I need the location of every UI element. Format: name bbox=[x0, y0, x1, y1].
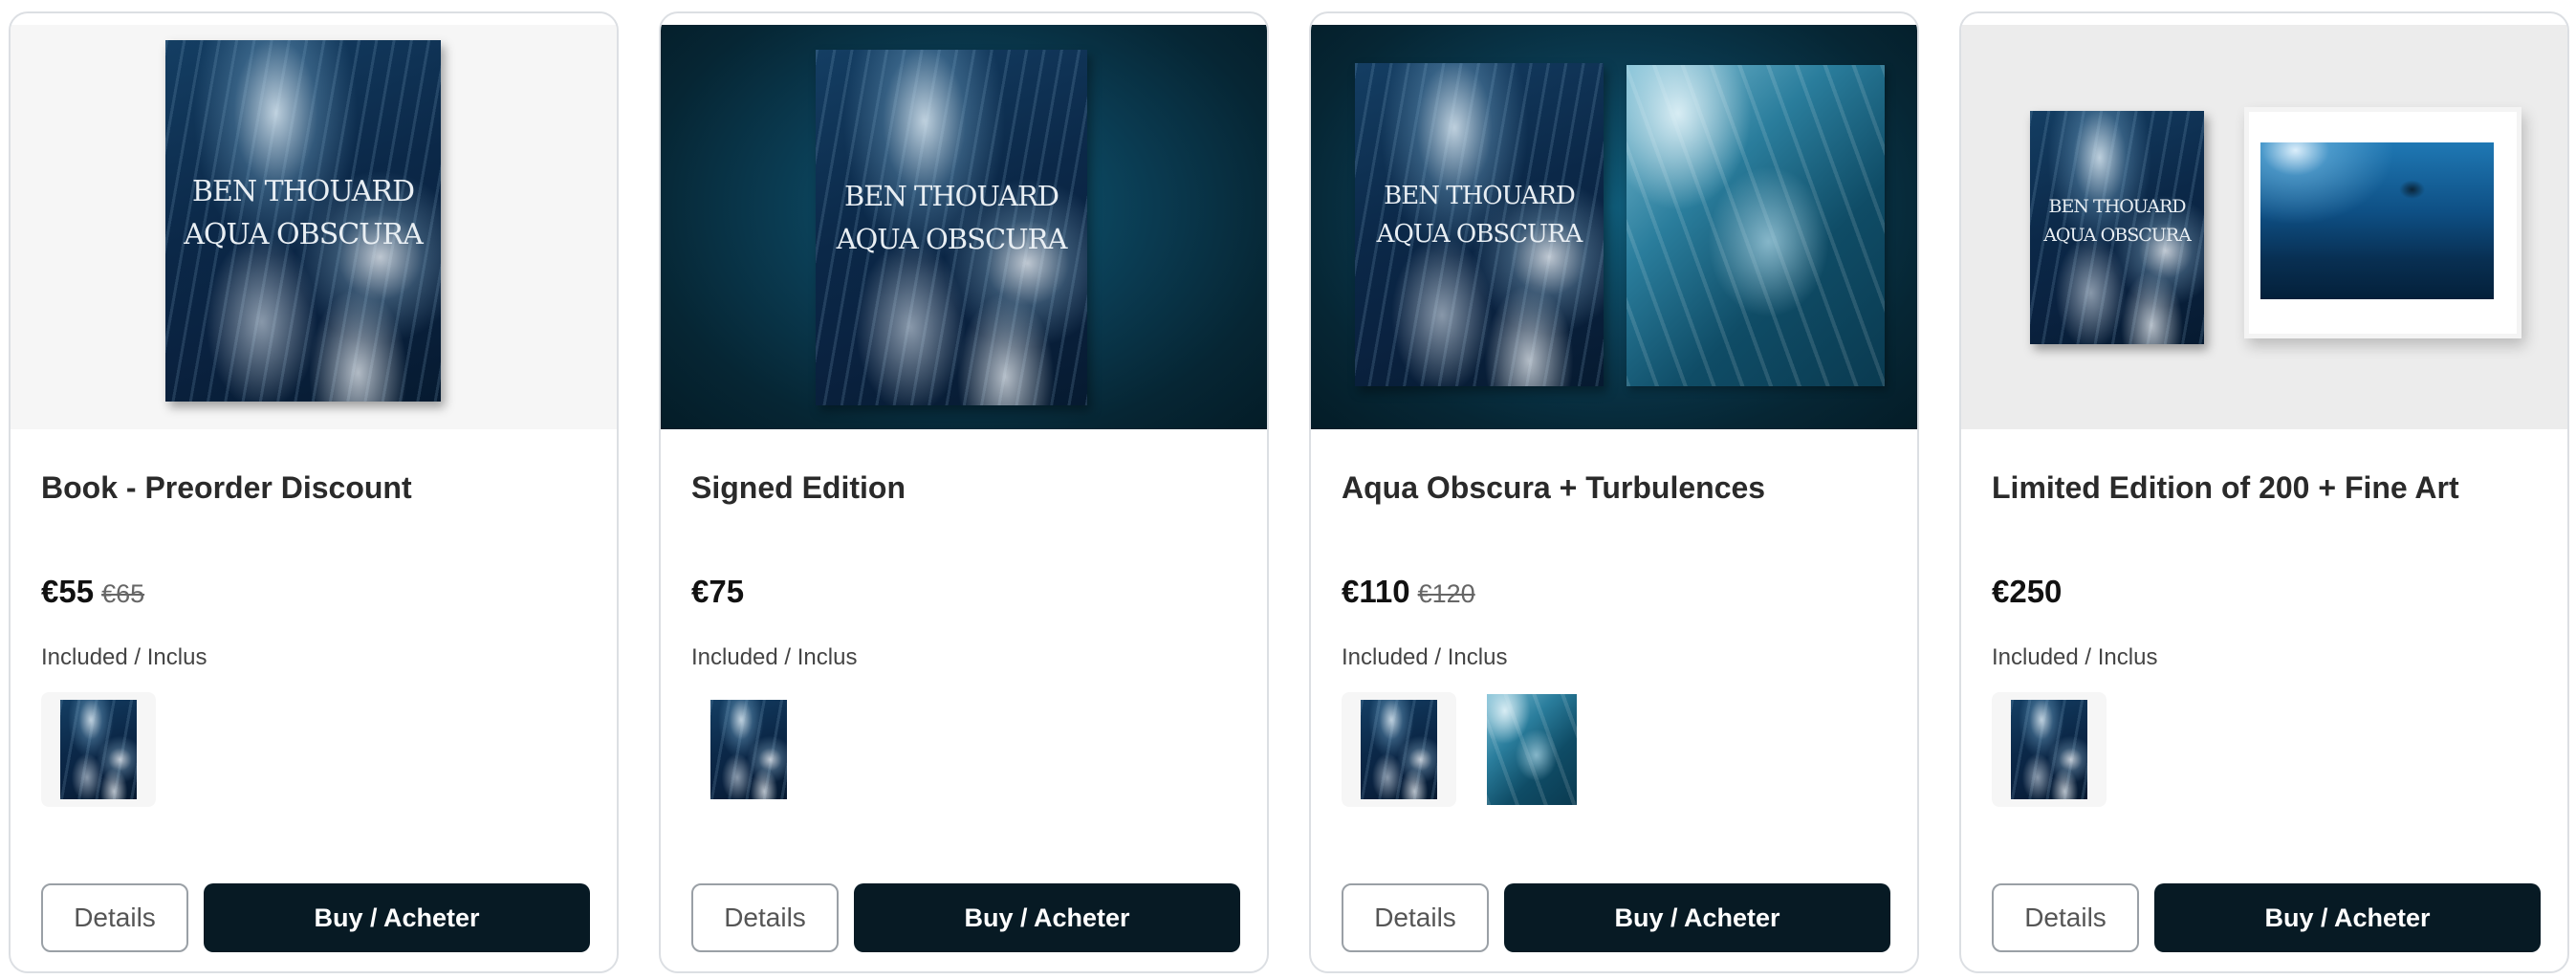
details-button[interactable]: Details bbox=[691, 883, 839, 952]
turbulences-book-image bbox=[1626, 65, 1885, 386]
details-button[interactable]: Details bbox=[41, 883, 188, 952]
included-label: Included / Inclus bbox=[1342, 644, 1508, 670]
cover-author: BEN THOUARD bbox=[2048, 196, 2186, 217]
current-price: €55 bbox=[41, 574, 95, 609]
product-title: Aqua Obscura + Turbulences bbox=[1342, 470, 1766, 505]
cover-title: AQUA OBSCURA bbox=[184, 218, 424, 251]
buy-button[interactable]: Buy / Acheter bbox=[1504, 883, 1890, 952]
book-cover-image: BEN THOUARD AQUA OBSCURA bbox=[165, 40, 441, 402]
included-items bbox=[691, 692, 806, 807]
price-row: €75 bbox=[691, 574, 744, 610]
price-row: €250 bbox=[1992, 574, 2062, 610]
current-price: €250 bbox=[1992, 574, 2063, 609]
current-price: €75 bbox=[691, 574, 745, 609]
buy-button[interactable]: Buy / Acheter bbox=[2154, 883, 2541, 952]
cover-title: AQUA OBSCURA bbox=[836, 223, 1068, 255]
fine-art-photo bbox=[2260, 142, 2494, 299]
product-image[interactable]: BEN THOUARD AQUA OBSCURA bbox=[1961, 25, 2567, 429]
product-title: Signed Edition bbox=[691, 470, 906, 505]
included-book-thumbnail bbox=[1992, 692, 2107, 807]
product-card: BEN THOUARD AQUA OBSCURA Signed Edition … bbox=[659, 11, 1269, 973]
fine-art-frame bbox=[2244, 107, 2521, 338]
included-items bbox=[41, 692, 156, 807]
book-cover-image: BEN THOUARD AQUA OBSCURA bbox=[1355, 63, 1604, 386]
product-image[interactable]: BEN THOUARD AQUA OBSCURA bbox=[11, 25, 617, 429]
book-cover-image: BEN THOUARD AQUA OBSCURA bbox=[2030, 111, 2204, 344]
included-book-thumbnail bbox=[1342, 692, 1456, 807]
product-card: BEN THOUARD AQUA OBSCURA Limited Edition… bbox=[1959, 11, 2569, 973]
cover-author: BEN THOUARD bbox=[1384, 182, 1576, 210]
product-title: Limited Edition of 200 + Fine Art bbox=[1992, 470, 2459, 505]
cover-author: BEN THOUARD bbox=[843, 180, 1059, 212]
price-row: €55 €65 bbox=[41, 574, 144, 610]
cover-title: AQUA OBSCURA bbox=[2043, 225, 2192, 246]
original-price: €120 bbox=[1417, 579, 1475, 608]
price-row: €110 €120 bbox=[1342, 574, 1475, 610]
included-items bbox=[1992, 692, 2107, 807]
buy-button[interactable]: Buy / Acheter bbox=[204, 883, 590, 952]
cover-title: AQUA OBSCURA bbox=[1376, 220, 1583, 249]
product-image[interactable]: BEN THOUARD AQUA OBSCURA bbox=[661, 25, 1267, 429]
product-image[interactable]: BEN THOUARD AQUA OBSCURA bbox=[1311, 25, 1917, 429]
included-book-thumbnail bbox=[41, 692, 156, 807]
included-label: Included / Inclus bbox=[691, 644, 858, 670]
product-title: Book - Preorder Discount bbox=[41, 470, 412, 505]
original-price: €65 bbox=[101, 579, 145, 608]
included-turbulences-thumbnail bbox=[1477, 692, 1592, 807]
cover-author: BEN THOUARD bbox=[191, 175, 415, 208]
current-price: €110 bbox=[1342, 574, 1410, 609]
product-card: BEN THOUARD AQUA OBSCURA Aqua Obscura + … bbox=[1309, 11, 1919, 973]
details-button[interactable]: Details bbox=[1992, 883, 2139, 952]
included-label: Included / Inclus bbox=[41, 644, 207, 670]
included-items bbox=[1342, 692, 1592, 807]
product-card: BEN THOUARD AQUA OBSCURA Book - Preorder… bbox=[9, 11, 619, 973]
product-grid: BEN THOUARD AQUA OBSCURA Book - Preorder… bbox=[9, 11, 2569, 973]
details-button[interactable]: Details bbox=[1342, 883, 1489, 952]
book-cover-image: BEN THOUARD AQUA OBSCURA bbox=[816, 50, 1087, 405]
buy-button[interactable]: Buy / Acheter bbox=[854, 883, 1240, 952]
included-label: Included / Inclus bbox=[1992, 644, 2158, 670]
included-book-thumbnail bbox=[691, 692, 806, 807]
